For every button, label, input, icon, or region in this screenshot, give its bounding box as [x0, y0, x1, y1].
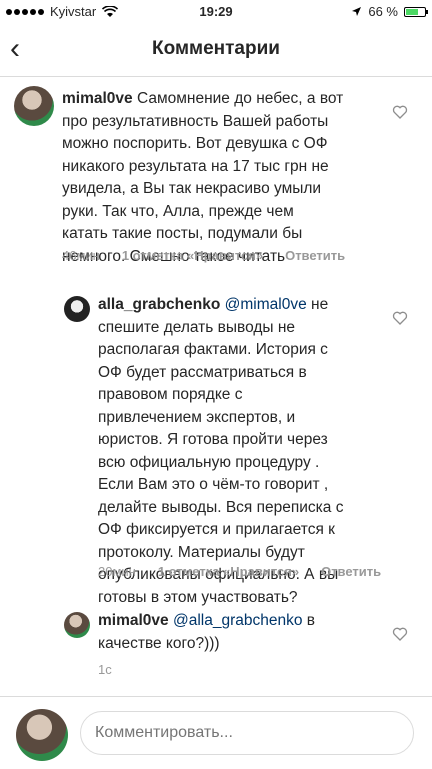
page-title: Комментарии — [152, 38, 280, 59]
comment-username[interactable]: mimal0ve — [98, 612, 169, 629]
avatar[interactable] — [64, 612, 90, 638]
likes-count[interactable]: 1 отметка «Нравится» — [122, 248, 263, 263]
comment-body: не — [311, 296, 329, 313]
heart-icon[interactable] — [392, 104, 408, 120]
comment-meta: 46мин 1 отметка «Нравится» Ответить — [62, 248, 345, 263]
comment-username[interactable]: alla_grabchenko — [98, 296, 220, 313]
likes-count[interactable]: 1 отметка «Нравится» — [158, 564, 299, 579]
comment-username[interactable]: mimal0ve — [62, 90, 133, 107]
battery-icon — [404, 6, 428, 17]
comment-meta: 1с — [98, 662, 112, 677]
comment-text: mimal0ve @alla_grabchenko в качестве ког… — [98, 612, 316, 652]
status-bar: Kyivstar 19:29 66 % — [0, 0, 432, 24]
heart-icon[interactable] — [392, 626, 408, 642]
comment-meta: 20мин 1 отметка «Нравится» Ответить — [98, 564, 381, 579]
comment-time: 46мин — [62, 248, 100, 263]
comment-input[interactable] — [80, 711, 414, 755]
mention-link[interactable]: @mimal0ve — [225, 296, 307, 313]
mention-link[interactable]: @alla_grabchenko — [173, 612, 303, 629]
comment-time: 20мин — [98, 564, 136, 579]
comment-body: в — [306, 612, 316, 629]
location-arrow-icon — [352, 7, 362, 16]
reply-button[interactable]: Ответить — [285, 248, 345, 263]
comment-composer — [0, 696, 432, 769]
battery-percent: 66 % — [368, 4, 398, 19]
comment-text: mimal0ve Самомнение до небес, а вот про … — [62, 90, 344, 265]
reply-button[interactable]: Ответить — [321, 564, 381, 579]
comment-time: 1с — [98, 662, 112, 677]
comment-text: alla_grabchenko @mimal0ve не спешите дел… — [98, 296, 344, 606]
avatar — [16, 709, 68, 761]
heart-icon[interactable] — [392, 310, 408, 326]
avatar[interactable] — [64, 296, 90, 322]
avatar[interactable] — [14, 86, 54, 126]
nav-bar: ‹ Комментарии — [0, 24, 432, 77]
comment-body: Самомнение до небес, а вот — [136, 90, 344, 107]
